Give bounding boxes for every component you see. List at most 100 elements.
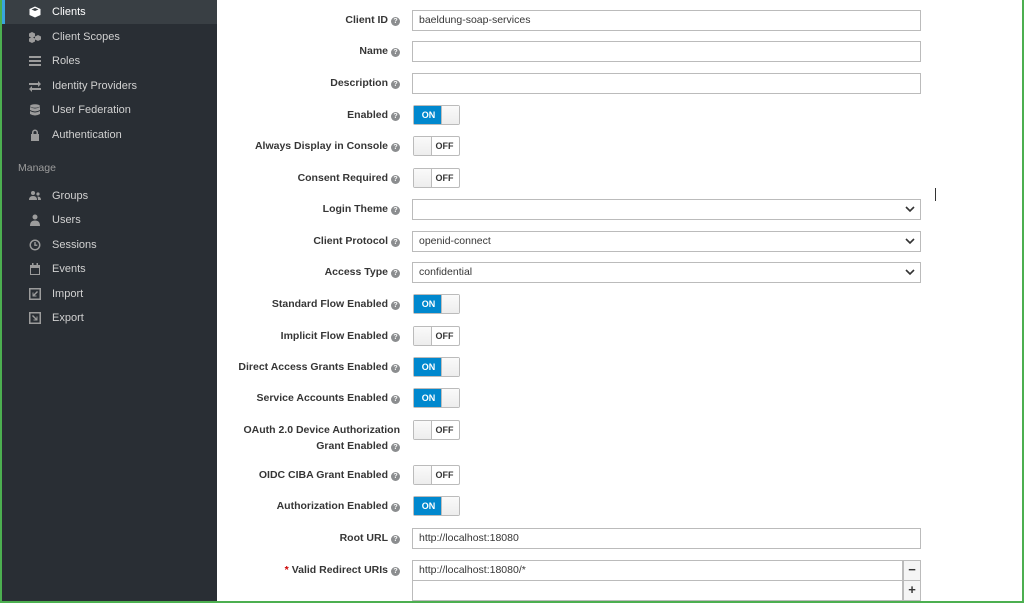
sidebar-item-events[interactable]: Events <box>2 257 217 281</box>
help-icon[interactable]: ? <box>391 395 400 404</box>
sidebar-item-clients[interactable]: Clients <box>2 0 217 24</box>
client-protocol-value: openid-connect <box>419 235 491 247</box>
login-theme-label: Login Theme? <box>220 201 400 217</box>
sidebar-item-import[interactable]: Import <box>2 282 217 306</box>
client-id-field[interactable]: baeldung-soap-services <box>412 10 921 31</box>
service-accounts-toggle[interactable]: ON <box>413 388 460 408</box>
always-display-label: Always Display in Console? <box>220 138 400 154</box>
calendar-icon <box>28 262 42 276</box>
export-icon <box>28 311 42 325</box>
toggle-knob <box>441 358 459 376</box>
cubes-icon <box>28 30 42 44</box>
toggle-on-text: ON <box>414 389 443 407</box>
oauth-device-toggle[interactable]: OFF <box>413 420 460 440</box>
sidebar-item-groups[interactable]: Groups <box>2 184 217 208</box>
help-icon[interactable]: ? <box>391 48 400 57</box>
toggle-off-text: OFF <box>435 141 454 151</box>
help-icon[interactable]: ? <box>391 301 400 310</box>
sidebar-item-user-federation[interactable]: User Federation <box>2 98 217 122</box>
help-icon[interactable]: ? <box>391 17 400 26</box>
help-icon[interactable]: ? <box>391 206 400 215</box>
access-type-value: confidential <box>419 266 473 278</box>
help-icon[interactable]: ? <box>391 364 400 373</box>
sidebar-item-label: Identity Providers <box>52 80 137 92</box>
clock-icon <box>28 238 42 252</box>
client-protocol-select[interactable]: openid-connect <box>412 231 921 252</box>
standard-flow-label: Standard Flow Enabled? <box>220 296 400 312</box>
toggle-on-text: ON <box>414 106 443 124</box>
remove-redirect-uri-button[interactable]: − <box>903 560 921 581</box>
help-icon[interactable]: ? <box>391 503 400 512</box>
chevron-down-icon <box>905 238 915 245</box>
direct-access-label: Direct Access Grants Enabled? <box>220 359 400 375</box>
chevron-down-icon <box>905 206 915 213</box>
help-icon[interactable]: ? <box>391 472 400 481</box>
text-cursor <box>935 188 936 201</box>
authorization-label: Authorization Enabled? <box>220 498 400 514</box>
toggle-off-text: OFF <box>435 425 454 435</box>
sidebar-item-authentication[interactable]: Authentication <box>2 123 217 147</box>
help-icon[interactable]: ? <box>391 567 400 576</box>
toggle-off-text: OFF <box>435 470 454 480</box>
toggle-knob <box>441 295 459 313</box>
sidebar-item-label: Groups <box>52 190 89 202</box>
root-url-field[interactable]: http://localhost:18080 <box>412 528 921 549</box>
help-icon[interactable]: ? <box>391 333 400 342</box>
chevron-down-icon <box>905 269 915 276</box>
login-theme-select[interactable] <box>412 199 921 220</box>
toggle-off-text: OFF <box>435 331 454 341</box>
help-icon[interactable]: ? <box>391 443 400 452</box>
sidebar-item-export[interactable]: Export <box>2 306 217 330</box>
help-icon[interactable]: ? <box>391 269 400 278</box>
enabled-toggle[interactable]: ON <box>413 105 460 125</box>
sidebar-item-users[interactable]: Users <box>2 208 217 232</box>
help-icon[interactable]: ? <box>391 143 400 152</box>
sidebar-item-client-scopes[interactable]: Client Scopes <box>2 25 217 49</box>
access-type-select[interactable]: confidential <box>412 262 921 283</box>
redirect-uris-label: * Valid Redirect URIs? <box>220 562 400 578</box>
consent-required-toggle[interactable]: OFF <box>413 168 460 188</box>
sidebar-item-sessions[interactable]: Sessions <box>2 233 217 257</box>
consent-required-label: Consent Required? <box>220 170 400 186</box>
manage-section-label: Manage <box>18 162 56 174</box>
help-icon[interactable]: ? <box>391 535 400 544</box>
always-display-toggle[interactable]: OFF <box>413 136 460 156</box>
help-icon[interactable]: ? <box>391 80 400 89</box>
implicit-flow-label: Implicit Flow Enabled? <box>220 328 400 344</box>
sidebar-item-identity-providers[interactable]: Identity Providers <box>2 74 217 98</box>
standard-flow-toggle[interactable]: ON <box>413 294 460 314</box>
direct-access-toggle[interactable]: ON <box>413 357 460 377</box>
help-icon[interactable]: ? <box>391 112 400 121</box>
authorization-toggle[interactable]: ON <box>413 496 460 516</box>
cube-icon <box>28 5 42 19</box>
service-accounts-label: Service Accounts Enabled? <box>220 390 400 406</box>
toggle-knob <box>441 106 459 124</box>
toggle-knob <box>441 389 459 407</box>
list-icon <box>28 54 42 68</box>
client-settings-form: Client ID? baeldung-soap-services Name? … <box>217 0 1022 603</box>
name-field[interactable] <box>412 41 921 62</box>
exchange-icon <box>28 79 42 93</box>
new-redirect-uri-field[interactable] <box>412 580 903 601</box>
user-icon <box>28 213 42 227</box>
oidc-ciba-toggle[interactable]: OFF <box>413 465 460 485</box>
add-redirect-uri-button[interactable]: + <box>903 580 921 601</box>
client-protocol-label: Client Protocol? <box>220 233 400 249</box>
oauth-device-label: OAuth 2.0 Device Authorization Grant Enab… <box>243 424 400 452</box>
name-label: Name? <box>220 43 400 59</box>
toggle-off-text: OFF <box>435 173 454 183</box>
sidebar-item-label: Clients <box>52 6 86 18</box>
redirect-uri-field[interactable]: http://localhost:18080/* <box>412 560 903 581</box>
users-icon <box>28 189 42 203</box>
sidebar-item-roles[interactable]: Roles <box>2 49 217 73</box>
toggle-on-text: ON <box>414 295 443 313</box>
description-label: Description? <box>220 75 400 91</box>
description-field[interactable] <box>412 73 921 94</box>
help-icon[interactable]: ? <box>391 238 400 247</box>
toggle-on-text: ON <box>414 497 443 515</box>
required-marker: * <box>284 564 289 576</box>
help-icon[interactable]: ? <box>391 175 400 184</box>
root-url-label: Root URL? <box>220 530 400 546</box>
implicit-flow-toggle[interactable]: OFF <box>413 326 460 346</box>
enabled-label: Enabled? <box>220 107 400 123</box>
